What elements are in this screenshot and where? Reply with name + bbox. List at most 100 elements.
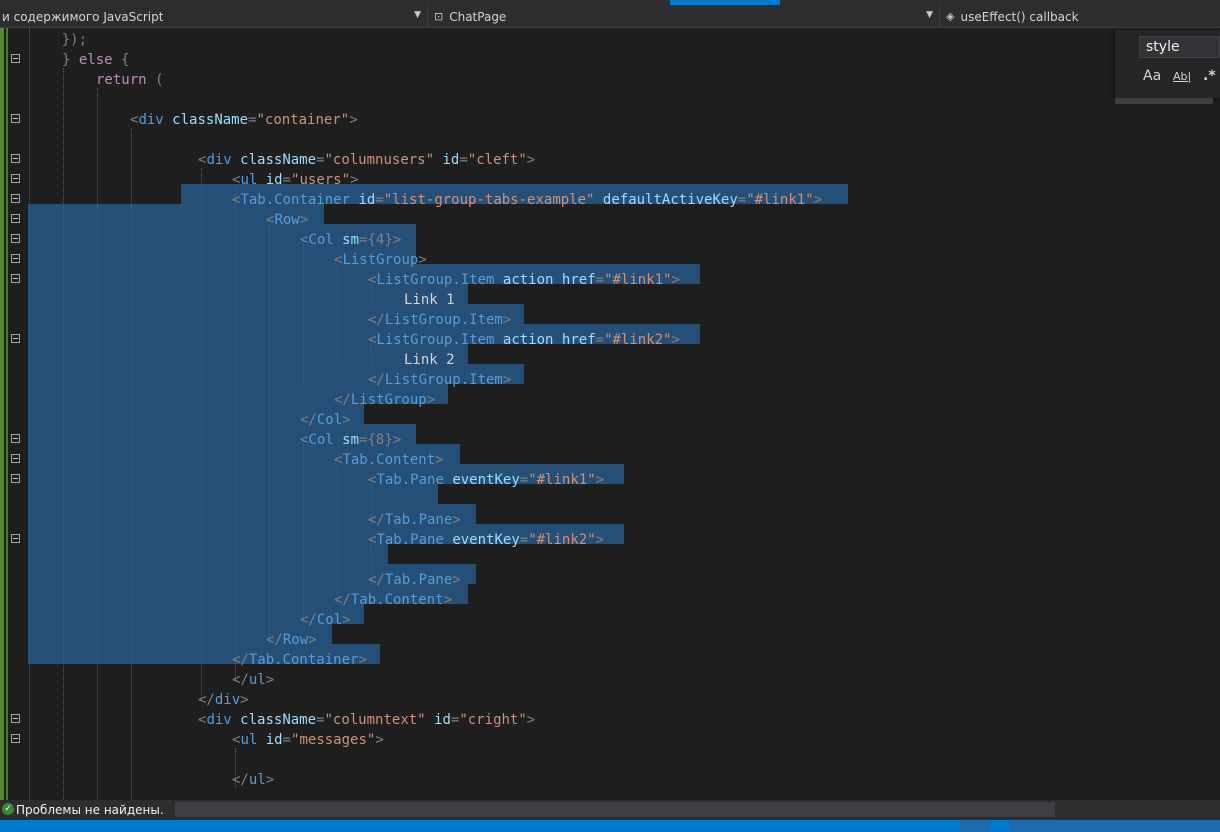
code-line[interactable]: <Col sm={8}> [0,430,1110,450]
code-token: ( [146,72,164,88]
code-line[interactable]: </Tab.Container> [0,650,1110,670]
code-line[interactable] [0,750,1110,770]
collapse-icon[interactable] [11,434,20,443]
find-widget-scrollbar[interactable] [1115,98,1213,104]
code-line[interactable]: </Tab.Pane> [0,510,1110,530]
code-text: <ul id="users"> [232,172,358,188]
code-line[interactable]: <ListGroup.Item action href="#link1"> [0,270,1110,290]
code-line[interactable]: <div className="columnusers" id="cleft"> [0,150,1110,170]
code-line[interactable]: </Col> [0,610,1110,630]
code-token: Col [316,612,343,628]
match-case-toggle[interactable]: Aa [1143,68,1161,84]
code-token: </ [232,652,249,668]
code-token: else [78,52,113,68]
code-token: ListGroup.Item [376,272,495,288]
collapse-icon[interactable] [11,194,20,203]
project-scope-dropdown[interactable]: и содержимого JavaScript ▼ [0,6,428,27]
code-line[interactable]: <Tab.Pane eventKey="#link1"> [0,470,1110,490]
code-line[interactable] [0,90,1110,110]
code-token: > [358,652,367,668]
horizontal-scrollbar[interactable] [175,802,1055,817]
code-text: <div className="columntext" id="cright"> [198,712,535,728]
member-dropdown[interactable]: ◈ useEffect() callback [940,6,1220,27]
code-line[interactable]: </Tab.Pane> [0,570,1110,590]
collapse-icon[interactable] [11,454,20,463]
code-line[interactable]: <Tab.Pane eventKey="#link2"> [0,530,1110,550]
status-segment[interactable] [1010,820,1220,832]
regex-toggle[interactable]: .* [1203,68,1216,84]
code-line[interactable]: <Row> [0,210,1110,230]
code-text: <ListGroup.Item action href="#link1"> [368,272,680,288]
code-line[interactable]: </ul> [0,770,1110,790]
active-document-tab[interactable] [670,0,780,5]
problems-status[interactable]: Проблемы не найдены. [16,803,164,817]
code-text: <Tab.Pane eventKey="#link2"> [368,532,604,548]
code-token: Tab.Pane [384,572,453,588]
collapse-icon[interactable] [11,714,20,723]
collapse-icon[interactable] [11,234,20,243]
code-token: className [240,152,317,168]
code-line[interactable]: return ( [0,70,1110,90]
code-token: = [737,192,747,208]
code-line[interactable]: <ul id="messages"> [0,730,1110,750]
code-token: > [375,732,384,748]
code-token: Tab.Pane [376,472,444,488]
code-text: </Tab.Container> [232,652,367,668]
code-line[interactable]: }); [0,30,1110,50]
code-line[interactable] [0,550,1110,570]
code-line[interactable]: </ListGroup> [0,390,1110,410]
code-line[interactable]: <div className="container"> [0,110,1110,130]
code-line[interactable]: </ul> [0,670,1110,690]
code-token: Link 1 [404,292,455,308]
code-line[interactable]: </ListGroup.Item> [0,370,1110,390]
code-token: </ [266,632,283,648]
code-token: Tab.Container [248,652,359,668]
whole-word-toggle[interactable]: Ab| [1173,70,1191,83]
collapse-icon[interactable] [11,334,20,343]
collapse-icon[interactable] [11,534,20,543]
code-line[interactable]: <Tab.Container id="list-group-tabs-examp… [0,190,1110,210]
code-line[interactable]: </div> [0,690,1110,710]
code-line[interactable]: <ul id="users"> [0,170,1110,190]
code-line[interactable]: </Tab.Content> [0,590,1110,610]
collapse-icon[interactable] [11,54,20,63]
collapse-icon[interactable] [11,474,20,483]
code-line[interactable]: </Col> [0,410,1110,430]
collapse-icon[interactable] [11,254,20,263]
code-line[interactable] [0,130,1110,150]
code-line[interactable]: Link 2 [0,350,1110,370]
editor-status-bar: ✓ Проблемы не найдены. [0,800,1220,820]
code-line[interactable]: <Col sm={4}> [0,230,1110,250]
code-editor[interactable]: });} else {return (<div className="conta… [0,28,1220,800]
collapse-icon[interactable] [11,274,20,283]
code-line[interactable]: <Tab.Content> [0,450,1110,470]
collapse-icon[interactable] [11,214,20,223]
code-token: ={4}> [359,232,402,248]
code-line[interactable]: </Row> [0,630,1110,650]
code-line[interactable]: <ListGroup> [0,250,1110,270]
collapse-icon[interactable] [11,114,20,123]
find-input[interactable]: style [1139,36,1220,58]
code-token: { [112,52,130,68]
code-line[interactable]: <ListGroup.Item action href="#link2"> [0,330,1110,350]
code-token: > [526,152,536,168]
type-dropdown[interactable]: ⊡ ChatPage ▼ [428,6,940,27]
code-token: </ [368,512,385,528]
code-token: return [96,72,147,88]
code-line[interactable] [0,490,1110,510]
code-token: ={8}> [359,432,402,448]
code-text: <Col sm={4}> [300,232,401,248]
collapse-icon[interactable] [11,154,20,163]
chevron-down-icon: ▼ [926,10,933,20]
code-line[interactable]: <div className="columntext" id="cright"> [0,710,1110,730]
code-line[interactable]: } else { [0,50,1110,70]
code-line[interactable]: </ListGroup.Item> [0,310,1110,330]
status-segment[interactable] [960,820,990,832]
collapse-icon[interactable] [11,174,20,183]
collapse-icon[interactable] [11,734,20,743]
code-line[interactable]: Link 1 [0,290,1110,310]
bottom-status-strip [0,820,1220,832]
